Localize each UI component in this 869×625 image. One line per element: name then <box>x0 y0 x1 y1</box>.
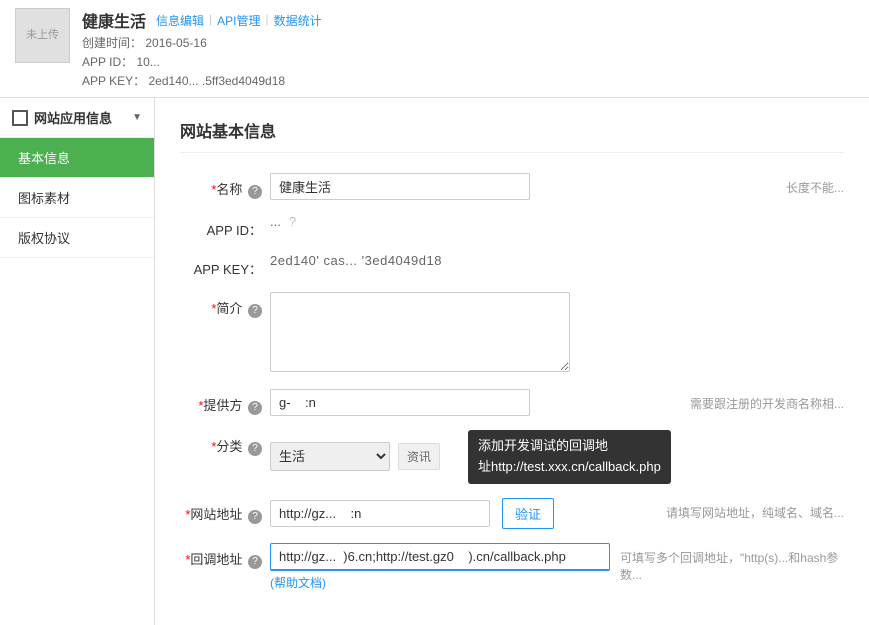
annotation-container: 添加开发调试的回调地 址http://test.xxx.cn/callback.… <box>468 430 671 484</box>
provider-help-icon[interactable]: ? <box>248 401 262 415</box>
header: 未上传 健康生活 信息编辑 | API管理 | 数据统计 创建时间： 2016-… <box>0 0 869 98</box>
name-content <box>270 173 776 200</box>
provider-note: 需要跟注册的开发商名称相... <box>690 389 844 412</box>
category-select[interactable]: 生活 游戏 工具 教育 <box>270 442 390 471</box>
website-help-icon[interactable]: ? <box>248 510 262 524</box>
appkey-form-row: APP KEY： 2ed140' cas... '3ed4049d18 <box>180 253 844 278</box>
appid-form-label: APP ID： <box>180 214 270 239</box>
sidebar-item-copyright[interactable]: 版权协议 <box>0 218 154 258</box>
appid-row-header: APP ID： 10... <box>82 53 322 70</box>
category-row: *分类 ? 生活 游戏 工具 教育 资讯 添加开发调试的回调地 址http://… <box>180 430 844 484</box>
nav-api-manage[interactable]: API管理 <box>217 12 260 29</box>
provider-content <box>270 389 680 416</box>
name-label: *名称 ? <box>180 173 270 199</box>
created-time-row: 创建时间： 2016-05-16 <box>82 34 322 51</box>
name-row: *名称 ? 长度不能... <box>180 173 844 200</box>
website-input[interactable] <box>270 500 490 527</box>
website-label: *网站地址 ? <box>180 498 270 524</box>
callback-input[interactable] <box>270 543 610 571</box>
callback-note: 可填写多个回调地址，"http(s)...和hash参数... <box>620 543 844 583</box>
section-title: 网站基本信息 <box>180 118 844 153</box>
category-help-icon[interactable]: ? <box>248 442 262 456</box>
sidebar-item-icon-assets[interactable]: 图标素材 <box>0 178 154 218</box>
annotation-tooltip: 添加开发调试的回调地 址http://test.xxx.cn/callback.… <box>468 430 671 484</box>
category-label: *分类 ? <box>180 430 270 456</box>
intro-textarea[interactable] <box>270 292 570 372</box>
app-avatar: 未上传 <box>15 8 70 63</box>
name-help-icon[interactable]: ? <box>248 185 262 199</box>
sidebar: 网站应用信息 ▼ 基本信息 图标素材 版权协议 <box>0 98 155 625</box>
intro-help-icon[interactable]: ? <box>248 304 262 318</box>
name-note: 长度不能... <box>786 173 844 196</box>
help-doc-link[interactable]: (帮助文档) <box>270 574 610 591</box>
header-nav: 信息编辑 | API管理 | 数据统计 <box>156 12 322 29</box>
app-name: 健康生活 <box>82 8 146 32</box>
nav-data-stats[interactable]: 数据统计 <box>274 12 322 29</box>
sidebar-item-basic-info[interactable]: 基本信息 <box>0 138 154 178</box>
verify-button[interactable]: 验证 <box>502 498 554 529</box>
provider-row: *提供方 ? 需要跟注册的开发商名称相... <box>180 389 844 416</box>
main-content: 网站基本信息 *名称 ? 长度不能... APP ID： ... ? <box>155 98 869 625</box>
nav-info-edit[interactable]: 信息编辑 <box>156 12 204 29</box>
name-input[interactable] <box>270 173 530 200</box>
header-info: 健康生活 信息编辑 | API管理 | 数据统计 创建时间： 2016-05-1… <box>82 8 322 89</box>
sidebar-section-label: 网站应用信息 <box>34 108 112 127</box>
website-note: 请填写网站地址，纯域名、域名... <box>666 498 844 521</box>
callback-help-icon[interactable]: ? <box>248 555 262 569</box>
category-content: 生活 游戏 工具 教育 资讯 添加开发调试的回调地 址http://test.x… <box>270 430 844 484</box>
provider-input[interactable] <box>270 389 530 416</box>
website-content: 验证 <box>270 498 656 529</box>
provider-label: *提供方 ? <box>180 389 270 415</box>
website-row: *网站地址 ? 验证 请填写网站地址，纯域名、域名... <box>180 498 844 529</box>
appid-form-row: APP ID： ... ? <box>180 214 844 239</box>
intro-row: *简介 ? <box>180 292 844 375</box>
intro-content <box>270 292 844 375</box>
chevron-down-icon: ▼ <box>132 112 142 123</box>
appkey-form-label: APP KEY： <box>180 253 270 278</box>
callback-label: *回调地址 ? <box>180 543 270 569</box>
appkey-row-header: APP KEY： 2ed140... .5ff3ed4049d18 <box>82 72 322 89</box>
sidebar-section-website[interactable]: 网站应用信息 ▼ <box>0 98 154 138</box>
website-icon <box>12 110 28 126</box>
appkey-value: 2ed140' cas... '3ed4049d18 <box>270 253 844 268</box>
appid-value: ... ? <box>270 214 844 229</box>
avatar-label: 未上传 <box>26 28 59 42</box>
layout: 网站应用信息 ▼ 基本信息 图标素材 版权协议 网站基本信息 *名称 ? 长度不… <box>0 98 869 625</box>
intro-label: *简介 ? <box>180 292 270 318</box>
category-tag: 资讯 <box>398 443 440 470</box>
